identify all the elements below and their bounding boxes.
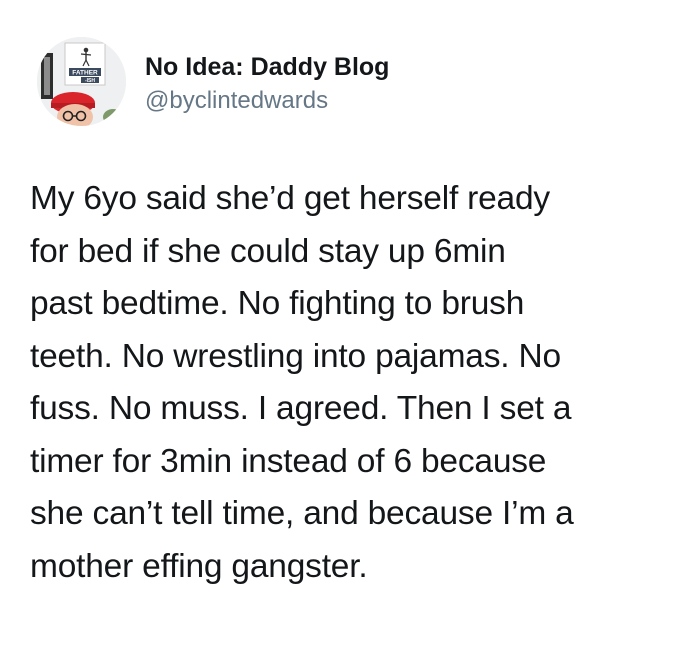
tweet-text-line: My 6yo said she’d get herself ready (30, 180, 550, 217)
tweet-text: My 6yo said she’d get herself ready for … (30, 173, 680, 593)
tweet-text-line: mother effing gangster. (30, 547, 368, 585)
profile-photo-icon: FATHER -ISH (37, 37, 126, 126)
tweet-text-line: past bedtime. No fighting to brush (30, 285, 525, 322)
tweet-text-line: teeth. No wrestling into pajamas. No (30, 337, 561, 375)
avatar-sign-bottom: -ISH (85, 78, 95, 84)
author-display-name[interactable]: No Idea: Daddy Blog (145, 52, 389, 82)
avatar[interactable]: FATHER -ISH (37, 37, 126, 126)
tweet-text-line: she can’t tell time, and because I’m a (30, 495, 574, 532)
avatar-sign-top: FATHER (72, 70, 98, 77)
tweet-text-line: fuss. No muss. I agreed. Then I set a (30, 390, 572, 427)
tweet-text-line: for bed if she could stay up 6min (30, 232, 506, 270)
tweet-card: FATHER -ISH No Idea: Daddy Blog @byclint… (0, 0, 700, 654)
tweet-text-line: timer for 3min instead of 6 because (30, 442, 547, 480)
author-handle[interactable]: @byclintedwards (145, 86, 328, 116)
